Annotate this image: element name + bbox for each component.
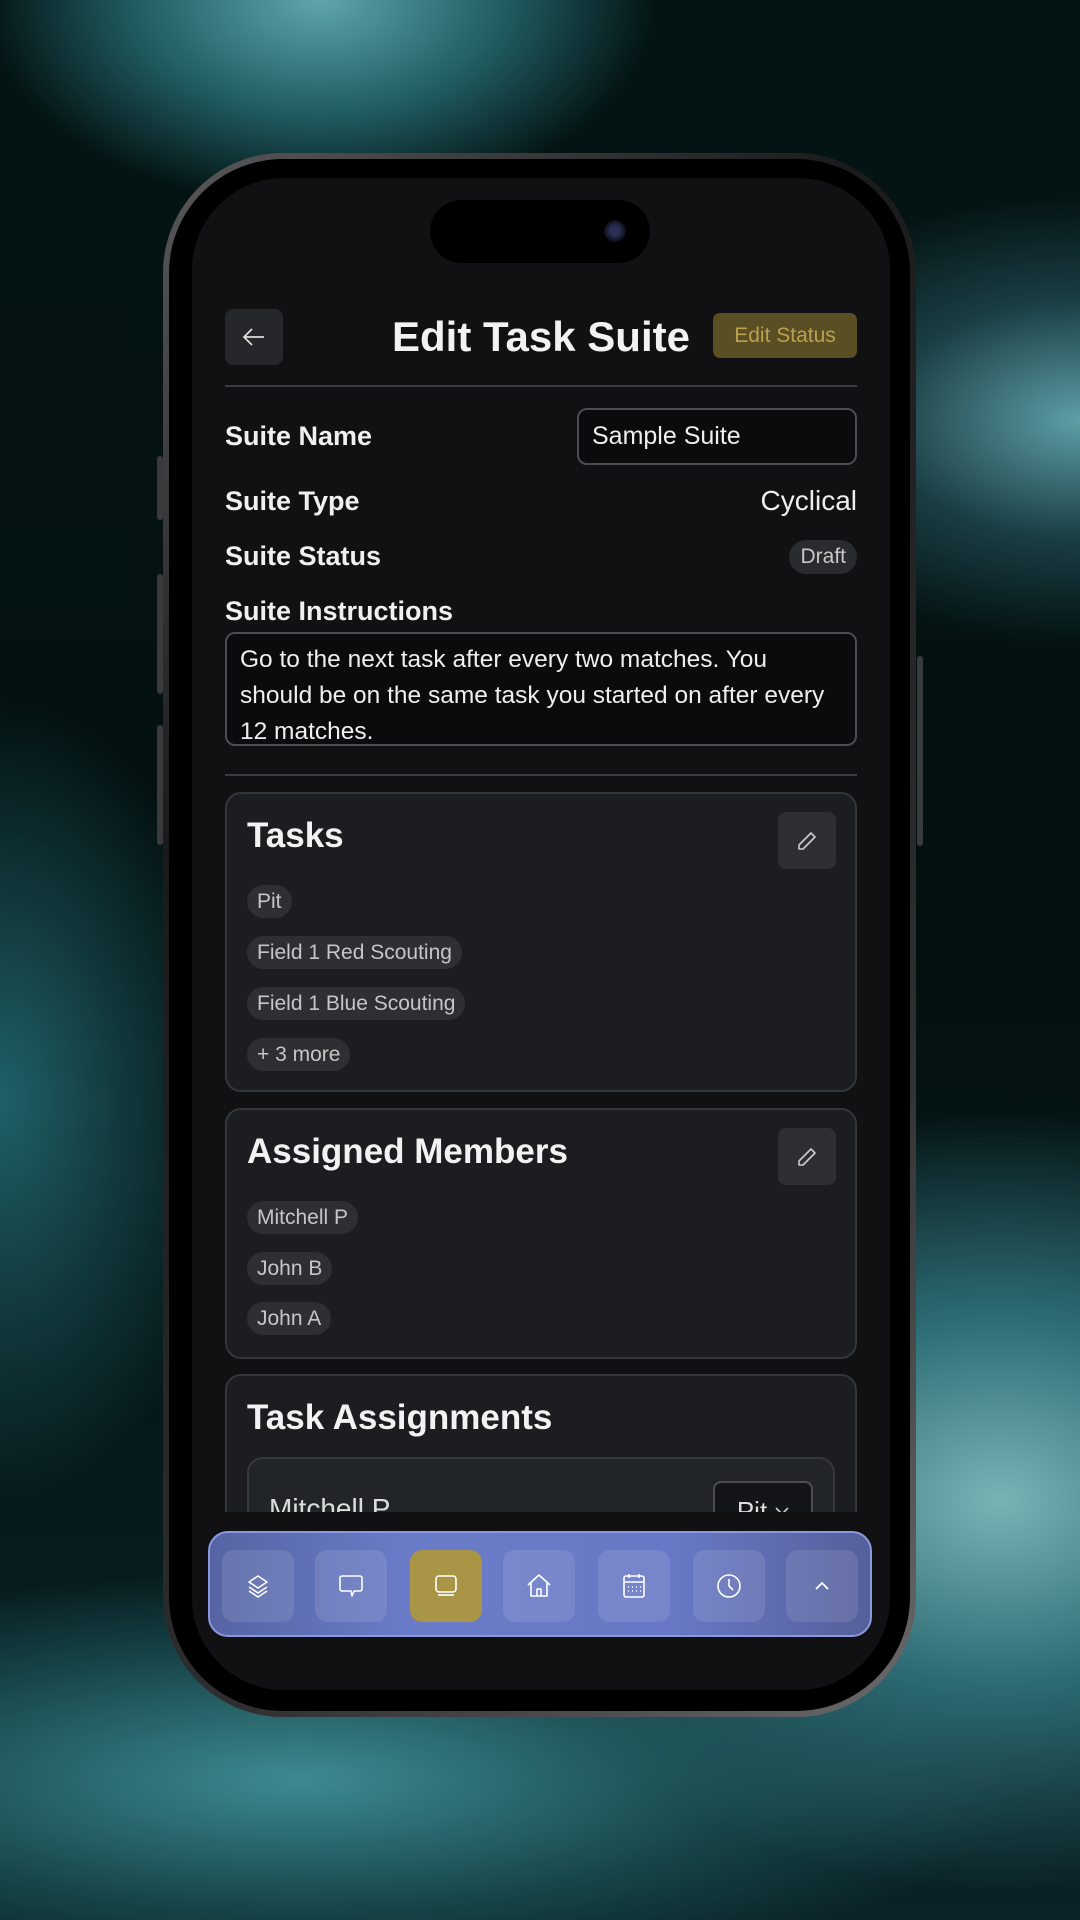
status-badge: Draft — [789, 540, 857, 574]
pencil-icon — [798, 1147, 816, 1166]
suite-instructions-label: Suite Instructions — [225, 596, 454, 626]
member-chip: Mitchell P — [247, 1201, 359, 1234]
suite-name-label: Suite Name — [225, 421, 373, 451]
assigned-members-card: Assigned Members Mitchell P John B John … — [225, 1108, 857, 1359]
app-screen: Edit Task Suite Edit Status Suite Name S… — [192, 178, 890, 1690]
suite-instructions-textarea[interactable]: Go to the next task after every two matc… — [225, 632, 857, 746]
clock-icon — [717, 1574, 741, 1598]
task-chip: Pit — [247, 885, 292, 918]
chevron-up-icon — [815, 1581, 829, 1590]
suite-name-input[interactable]: Sample Suite — [577, 408, 857, 465]
power-button — [917, 656, 923, 846]
pencil-icon — [798, 831, 816, 850]
member-chip: John B — [247, 1252, 333, 1285]
tasks-card: Tasks Pit Field 1 Red Scouting Field 1 B… — [225, 792, 857, 1092]
edit-members-button[interactable] — [778, 1128, 836, 1185]
suite-type-label: Suite Type — [225, 486, 360, 516]
members-title: Assigned Members — [247, 1132, 568, 1171]
task-chip: Field 1 Blue Scouting — [247, 987, 466, 1020]
layers-icon — [248, 1575, 268, 1598]
task-chip: Field 1 Red Scouting — [247, 936, 462, 969]
tasks-title: Tasks — [247, 816, 344, 855]
calendar-icon — [623, 1574, 645, 1598]
nav-calendar[interactable] — [598, 1550, 670, 1622]
assignments-title: Task Assignments — [247, 1398, 553, 1437]
nav-tablet[interactable] — [410, 1550, 482, 1622]
tablet-icon — [435, 1575, 457, 1596]
divider — [225, 774, 857, 776]
nav-expand[interactable] — [786, 1550, 858, 1622]
nav-layers[interactable] — [222, 1550, 294, 1622]
dynamic-island — [430, 200, 650, 263]
nav-history[interactable] — [693, 1550, 765, 1622]
member-chip: John A — [247, 1302, 332, 1335]
nav-home[interactable] — [503, 1550, 575, 1622]
home-icon — [527, 1574, 551, 1597]
camera-icon — [604, 220, 626, 242]
suite-status-label: Suite Status — [225, 541, 382, 571]
nav-chat[interactable] — [315, 1550, 387, 1622]
edit-status-button[interactable]: Edit Status — [713, 313, 857, 358]
divider — [225, 385, 857, 387]
edit-tasks-button[interactable] — [778, 812, 836, 869]
chat-icon — [339, 1575, 363, 1597]
bottom-nav — [208, 1531, 872, 1637]
suite-type-value: Cyclical — [760, 485, 857, 516]
more-tasks-chip[interactable]: + 3 more — [247, 1038, 351, 1071]
